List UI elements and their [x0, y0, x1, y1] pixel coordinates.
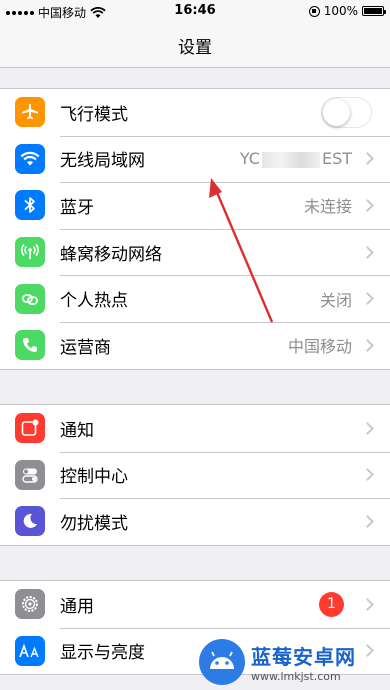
- settings-group-system: 通知 控制中心 勿扰模式: [0, 404, 390, 546]
- settings-row-label: 蜂窝移动网络: [60, 244, 162, 265]
- chevron-right-icon: [361, 421, 374, 435]
- cellular-icon: [15, 237, 45, 268]
- settings-group-connectivity: 飞行模式 无线局域网 YC EST 蓝牙 未连接 蜂窝移动网络 个人热点 关闭: [0, 88, 390, 370]
- settings-row-control-center[interactable]: 控制中心: [0, 451, 390, 499]
- settings-row-label: 勿扰模式: [60, 513, 128, 534]
- wifi-name-suffix: EST: [321, 149, 352, 169]
- settings-row-general[interactable]: 通用 1: [0, 581, 390, 628]
- update-badge: 1: [319, 591, 344, 617]
- watermark-title: 蓝莓安卓网: [251, 645, 356, 669]
- status-right: 100%: [308, 4, 386, 18]
- redacted-mask: [261, 151, 320, 168]
- settings-row-notifications[interactable]: 通知: [0, 405, 390, 452]
- settings-row-label: 通用: [60, 596, 94, 617]
- carrier-value: 中国移动: [287, 337, 352, 357]
- settings-row-label: 运营商: [60, 337, 111, 358]
- bluetooth-status: 未连接: [303, 197, 352, 217]
- chevron-right-icon: [361, 338, 374, 352]
- chevron-right-icon: [361, 292, 374, 306]
- settings-row-do-not-disturb[interactable]: 勿扰模式: [0, 498, 390, 545]
- chevron-right-icon: [361, 597, 374, 611]
- watermark-text: 蓝莓安卓网 www.lmkjst.com: [251, 641, 356, 683]
- settings-row-label: 显示与亮度: [60, 643, 145, 664]
- settings-row-carrier[interactable]: 运营商 中国移动: [0, 321, 390, 369]
- android-robot-logo: [199, 639, 245, 685]
- settings-row-cellular[interactable]: 蜂窝移动网络: [0, 228, 390, 276]
- control-center-icon: [15, 459, 45, 490]
- settings-row-label: 蓝牙: [60, 197, 94, 218]
- hotspot-status: 关闭: [319, 290, 352, 310]
- settings-row-airplane-mode[interactable]: 飞行模式: [0, 89, 390, 136]
- battery-icon: [362, 6, 386, 16]
- battery-percent: 100%: [323, 4, 358, 18]
- navigation-bar: 设置: [0, 24, 390, 68]
- settings-row-bluetooth[interactable]: 蓝牙 未连接: [0, 182, 390, 229]
- orientation-lock-icon: [308, 5, 320, 17]
- chevron-right-icon: [361, 468, 374, 482]
- wifi-network-name: YC EST: [240, 149, 352, 168]
- display-icon: [15, 635, 45, 666]
- settings-row-label: 控制中心: [60, 467, 128, 488]
- watermark: 蓝莓安卓网 www.lmkjst.com: [199, 634, 384, 690]
- chevron-right-icon: [361, 152, 374, 166]
- gear-icon: [15, 589, 45, 620]
- bluetooth-icon: [15, 190, 45, 221]
- page-title: 设置: [178, 38, 212, 58]
- status-bar: 中国移动 16:46 100%: [0, 0, 390, 24]
- chevron-right-icon: [361, 199, 374, 212]
- airplane-mode-toggle[interactable]: [321, 96, 372, 128]
- wifi-icon: [15, 143, 45, 174]
- moon-icon: [15, 506, 45, 537]
- settings-row-label: 飞行模式: [60, 104, 128, 125]
- settings-row-hotspot[interactable]: 个人热点 关闭: [0, 275, 390, 322]
- settings-row-label: 个人热点: [60, 291, 128, 312]
- settings-row-label: 无线局域网: [60, 151, 145, 172]
- watermark-url: www.lmkjst.com: [251, 670, 341, 683]
- airplane-icon: [15, 97, 45, 128]
- wifi-name-prefix: YC: [239, 149, 260, 169]
- phone-icon: [15, 330, 45, 361]
- settings-row-label: 通知: [60, 420, 94, 441]
- chevron-right-icon: [361, 245, 374, 259]
- chevron-right-icon: [361, 515, 374, 528]
- settings-row-wifi[interactable]: 无线局域网 YC EST: [0, 135, 390, 183]
- hotspot-icon: [15, 283, 45, 314]
- notifications-icon: [15, 413, 45, 444]
